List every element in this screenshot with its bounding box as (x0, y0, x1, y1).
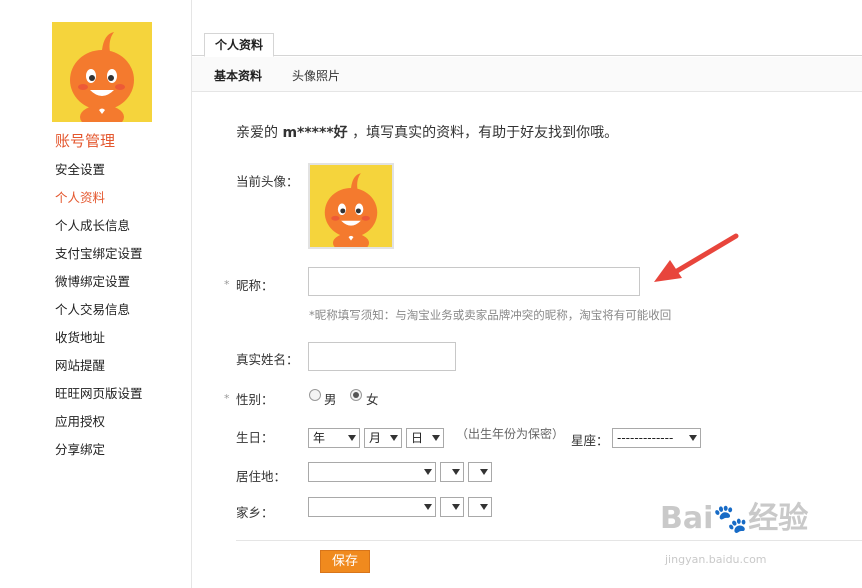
sidebar-item-reminders[interactable]: 网站提醒 (55, 356, 143, 384)
user-avatar[interactable] (52, 22, 152, 122)
residence-district-select[interactable] (468, 462, 492, 482)
hometown-province-select[interactable] (308, 497, 436, 517)
chevron-down-icon (452, 504, 460, 510)
sidebar-menu: 安全设置 个人资料 个人成长信息 支付宝绑定设置 微博绑定设置 个人交易信息 收… (55, 160, 143, 468)
subtab-bar: 基本资料 头像照片 (192, 57, 862, 92)
subtab-basic-info[interactable]: 基本资料 (214, 67, 262, 84)
birthday-privacy-note: （出生年份为保密） (456, 427, 565, 441)
birthday-year-value: 年 (313, 431, 326, 445)
sidebar-item-trade-info[interactable]: 个人交易信息 (55, 300, 143, 328)
residence-label: 居住地： (236, 469, 287, 484)
realname-input[interactable] (308, 342, 456, 371)
red-arrow-icon (654, 233, 739, 282)
sidebar-item-weibo[interactable]: 微博绑定设置 (55, 272, 143, 300)
sidebar-item-profile[interactable]: 个人资料 (55, 188, 143, 216)
greeting-username: m*****好 (282, 125, 348, 141)
greeting-text: 亲爱的 m*****好 ，填写真实的资料，有助于好友找到你哦。 (236, 122, 618, 142)
save-button[interactable]: 保存 (320, 550, 370, 573)
sidebar-item-alipay[interactable]: 支付宝绑定设置 (55, 244, 143, 272)
form-divider (236, 540, 862, 541)
tab-bar: 个人资料 (192, 30, 862, 57)
chevron-down-icon (689, 435, 697, 441)
chevron-down-icon (480, 504, 488, 510)
tab-profile[interactable]: 个人资料 (204, 33, 275, 57)
birthday-month-value: 月 (369, 431, 382, 445)
chevron-down-icon (452, 469, 460, 475)
baidu-watermark: Bai🐾经验 (660, 493, 808, 537)
nickname-label: 昵称： (236, 278, 274, 293)
chevron-down-icon (480, 469, 488, 475)
gender-female-radio[interactable] (350, 389, 362, 401)
birthday-year-select[interactable]: 年 (308, 428, 360, 448)
zodiac-value: ------------- (617, 431, 674, 445)
mascot-avatar-icon (70, 32, 134, 122)
gender-female-label[interactable]: 女 (366, 389, 379, 408)
chevron-down-icon (424, 504, 432, 510)
watermark-url: jingyan.baidu.com (665, 553, 767, 566)
sidebar-item-security[interactable]: 安全设置 (55, 160, 143, 188)
sidebar-item-app-auth[interactable]: 应用授权 (55, 412, 143, 440)
chevron-down-icon (390, 435, 398, 441)
subtab-avatar-photo[interactable]: 头像照片 (292, 67, 340, 84)
nickname-input[interactable] (308, 267, 640, 296)
residence-city-select[interactable] (440, 462, 464, 482)
chevron-down-icon (424, 469, 432, 475)
current-avatar (308, 163, 394, 249)
gender-male-label[interactable]: 男 (324, 389, 337, 408)
birthday-day-select[interactable]: 日 (406, 428, 444, 448)
chevron-down-icon (348, 435, 356, 441)
zodiac-label: 星座： (571, 433, 609, 448)
required-mark: * (224, 392, 230, 405)
gender-male-radio[interactable] (309, 389, 321, 401)
chevron-down-icon (432, 435, 440, 441)
gender-label: 性别： (236, 392, 274, 407)
sidebar-item-wangwang[interactable]: 旺旺网页版设置 (55, 384, 143, 412)
greeting-suffix: ，填写真实的资料，有助于好友找到你哦。 (347, 125, 619, 141)
watermark-text-2: 经验 (748, 501, 809, 536)
required-mark: * (224, 278, 230, 291)
hometown-city-select[interactable] (440, 497, 464, 517)
nickname-hint: *昵称填写须知：与淘宝业务或卖家品牌冲突的昵称，淘宝将有可能收回 (309, 308, 672, 322)
zodiac-select[interactable]: ------------- (612, 428, 701, 448)
paw-icon: 🐾 (713, 502, 749, 535)
greeting-prefix: 亲爱的 (236, 125, 283, 141)
sidebar-item-share-binding[interactable]: 分享绑定 (55, 440, 143, 468)
realname-label: 真实姓名： (236, 352, 299, 367)
sidebar-item-address[interactable]: 收货地址 (55, 328, 143, 356)
current-avatar-label: 当前头像： (236, 174, 299, 189)
birthday-label: 生日： (236, 430, 274, 445)
sidebar: 账号管理 安全设置 个人资料 个人成长信息 支付宝绑定设置 微博绑定设置 个人交… (0, 0, 192, 588)
hometown-label: 家乡： (236, 505, 274, 520)
hometown-district-select[interactable] (468, 497, 492, 517)
sidebar-item-growth[interactable]: 个人成长信息 (55, 216, 143, 244)
birthday-day-value: 日 (411, 431, 424, 445)
birthday-month-select[interactable]: 月 (364, 428, 402, 448)
mascot-avatar-icon (310, 165, 392, 247)
sidebar-title: 账号管理 (55, 132, 116, 150)
watermark-text-1: Bai (660, 501, 714, 536)
residence-province-select[interactable] (308, 462, 436, 482)
